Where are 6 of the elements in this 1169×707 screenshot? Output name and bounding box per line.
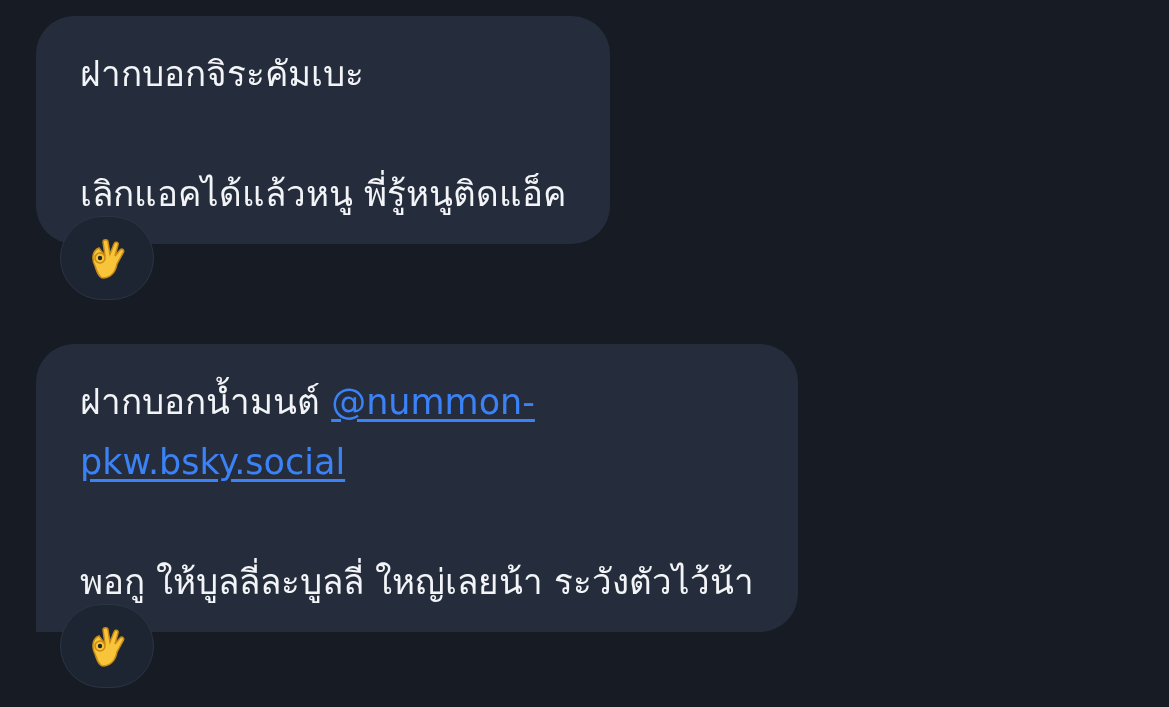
message-text: ฝากบอกน้ำมนต์ @nummon-pkw.bsky.social [80,372,755,492]
message-text: ฝากบอกจิระคัมเบะ [80,53,365,96]
message-text: เลิกแอคได้แล้วหนู พี่รู้หนูติดแอ็ค [80,164,567,224]
mention-link[interactable]: pkw.bsky.social [80,442,346,482]
message-text: พอกู ให้บูลลี่ละบูลลี่ ใหญ่เลยน้า ระวังตัวไว้น้า [80,552,755,612]
mention-link[interactable]: @nummon- [331,382,535,422]
